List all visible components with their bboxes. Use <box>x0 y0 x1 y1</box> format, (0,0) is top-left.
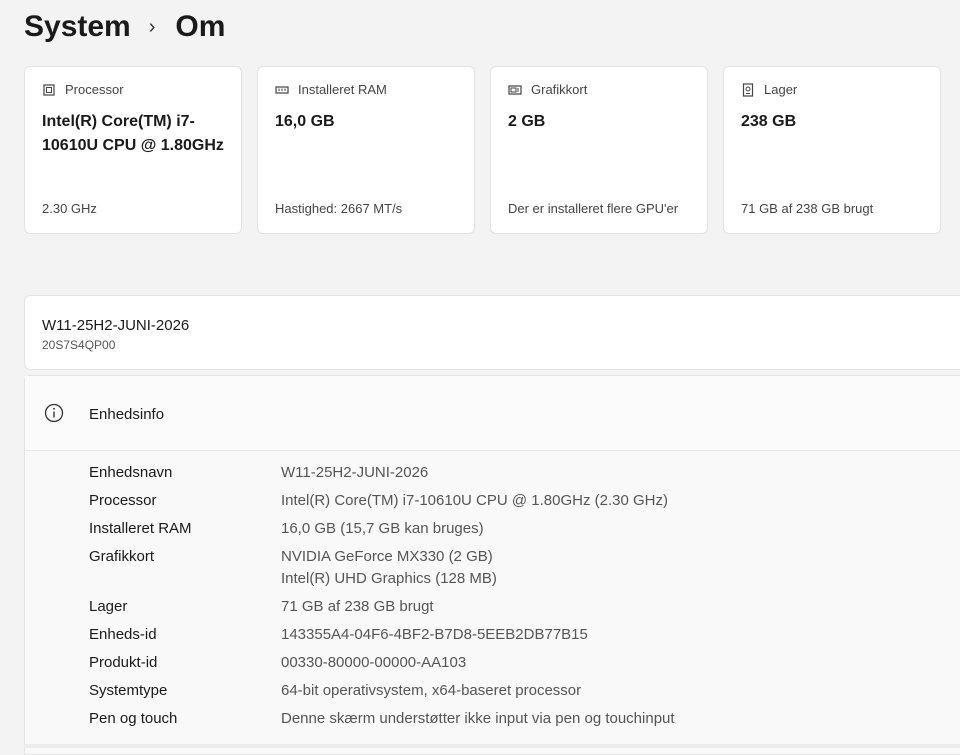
card-subtext: 2.30 GHz <box>42 201 97 216</box>
spec-value: 00330-80000-00000-AA103 <box>281 654 467 671</box>
card-subtext: Hastighed: 2667 MT/s <box>275 201 403 216</box>
ram-icon <box>275 85 289 94</box>
card-subtext: 71 GB af 238 GB brugt <box>741 201 874 216</box>
card-label: Processor <box>65 82 124 97</box>
card-label: Grafikkort <box>531 82 588 97</box>
storage-icon <box>742 82 754 97</box>
card-value: 16,0 GB <box>275 113 335 130</box>
device-model: 20S7S4QP00 <box>42 338 116 352</box>
spec-label: Systemtype <box>89 682 168 699</box>
spec-label: Enhedsnavn <box>89 464 173 481</box>
card-value: 2 GB <box>508 113 546 130</box>
spec-value: 143355A4-04F6-4BF2-B7D8-5EEB2DB77B15 <box>281 626 588 643</box>
page-title: Om <box>175 10 226 43</box>
processor-card: Processor Intel(R) Core(TM) i7-10610U CP… <box>24 66 242 234</box>
spec-value-line: Intel(R) UHD Graphics (128 MB) <box>281 570 497 587</box>
storage-card: Lager 238 GB 71 GB af 238 GB brugt <box>723 66 941 234</box>
device-info-header[interactable]: Enhedsinfo <box>25 376 960 451</box>
spec-row: Pen og touch Denne skærm understøtter ik… <box>89 708 960 736</box>
spec-value: 71 GB af 238 GB brugt <box>281 598 434 615</box>
spec-value: Denne skærm understøtter ikke input via … <box>281 710 675 727</box>
spec-label: Pen og touch <box>89 710 178 727</box>
ram-card: Installeret RAM 16,0 GB Hastighed: 2667 … <box>257 66 475 234</box>
spec-label: Grafikkort <box>89 548 155 565</box>
breadcrumb: System › Om <box>24 6 225 48</box>
card-subtext: Der er installeret flere GPU'er <box>508 201 679 216</box>
spec-label: Installeret RAM <box>89 520 192 537</box>
spec-label: Produkt-id <box>89 654 158 671</box>
spec-row: Enhedsnavn W11-25H2-JUNI-2026 <box>89 462 960 490</box>
breadcrumb-parent[interactable]: System <box>24 10 131 44</box>
card-label: Lager <box>764 82 798 97</box>
spec-row: Installeret RAM 16,0 GB (15,7 GB kan bru… <box>89 518 960 546</box>
spec-value-line: NVIDIA GeForce MX330 (2 GB) <box>281 548 493 565</box>
spec-row: Grafikkort NVIDIA GeForce MX330 (2 GB) I… <box>89 546 960 596</box>
processor-icon <box>43 83 55 96</box>
device-name-card[interactable]: W11-25H2-JUNI-2026 20S7S4QP00 <box>24 295 960 370</box>
spec-value: Intel(R) Core(TM) i7-10610U CPU @ 1.80GH… <box>281 492 668 509</box>
spec-row: Systemtype 64-bit operativsystem, x64-ba… <box>89 680 960 708</box>
spec-value: NVIDIA GeForce MX330 (2 GB) Intel(R) UHD… <box>281 546 497 596</box>
spec-label: Enheds-id <box>89 626 157 643</box>
spec-cards: Processor Intel(R) Core(TM) i7-10610U CP… <box>24 66 941 234</box>
device-info-title: Enhedsinfo <box>89 406 165 423</box>
spec-value: W11-25H2-JUNI-2026 <box>281 464 429 481</box>
graphics-card-icon <box>508 84 522 95</box>
spec-row: Produkt-id 00330-80000-00000-AA103 <box>89 652 960 680</box>
spec-label: Lager <box>89 598 128 615</box>
breadcrumb-separator: › <box>148 15 156 38</box>
card-value: Intel(R) Core(TM) i7-10610U CPU @ 1.80GH… <box>42 113 224 154</box>
card-label: Installeret RAM <box>298 82 387 97</box>
graphics-card-card: Grafikkort 2 GB Der er installeret flere… <box>490 66 708 234</box>
spec-row: Lager 71 GB af 238 GB brugt <box>89 596 960 624</box>
device-info-panel: Enhedsinfo Enhedsnavn W11-25H2-JUNI-2026… <box>24 375 960 755</box>
card-value: 238 GB <box>741 113 797 130</box>
info-icon <box>44 403 64 423</box>
spec-label: Processor <box>89 492 157 509</box>
spec-value: 16,0 GB (15,7 GB kan bruges) <box>281 520 484 537</box>
spec-list: Enhedsnavn W11-25H2-JUNI-2026 Processor … <box>89 462 960 736</box>
device-name: W11-25H2-JUNI-2026 <box>42 317 190 334</box>
divider <box>24 744 960 748</box>
spec-value: 64-bit operativsystem, x64-baseret proce… <box>281 682 582 699</box>
spec-row: Processor Intel(R) Core(TM) i7-10610U CP… <box>89 490 960 518</box>
spec-row: Enheds-id 143355A4-04F6-4BF2-B7D8-5EEB2D… <box>89 624 960 652</box>
